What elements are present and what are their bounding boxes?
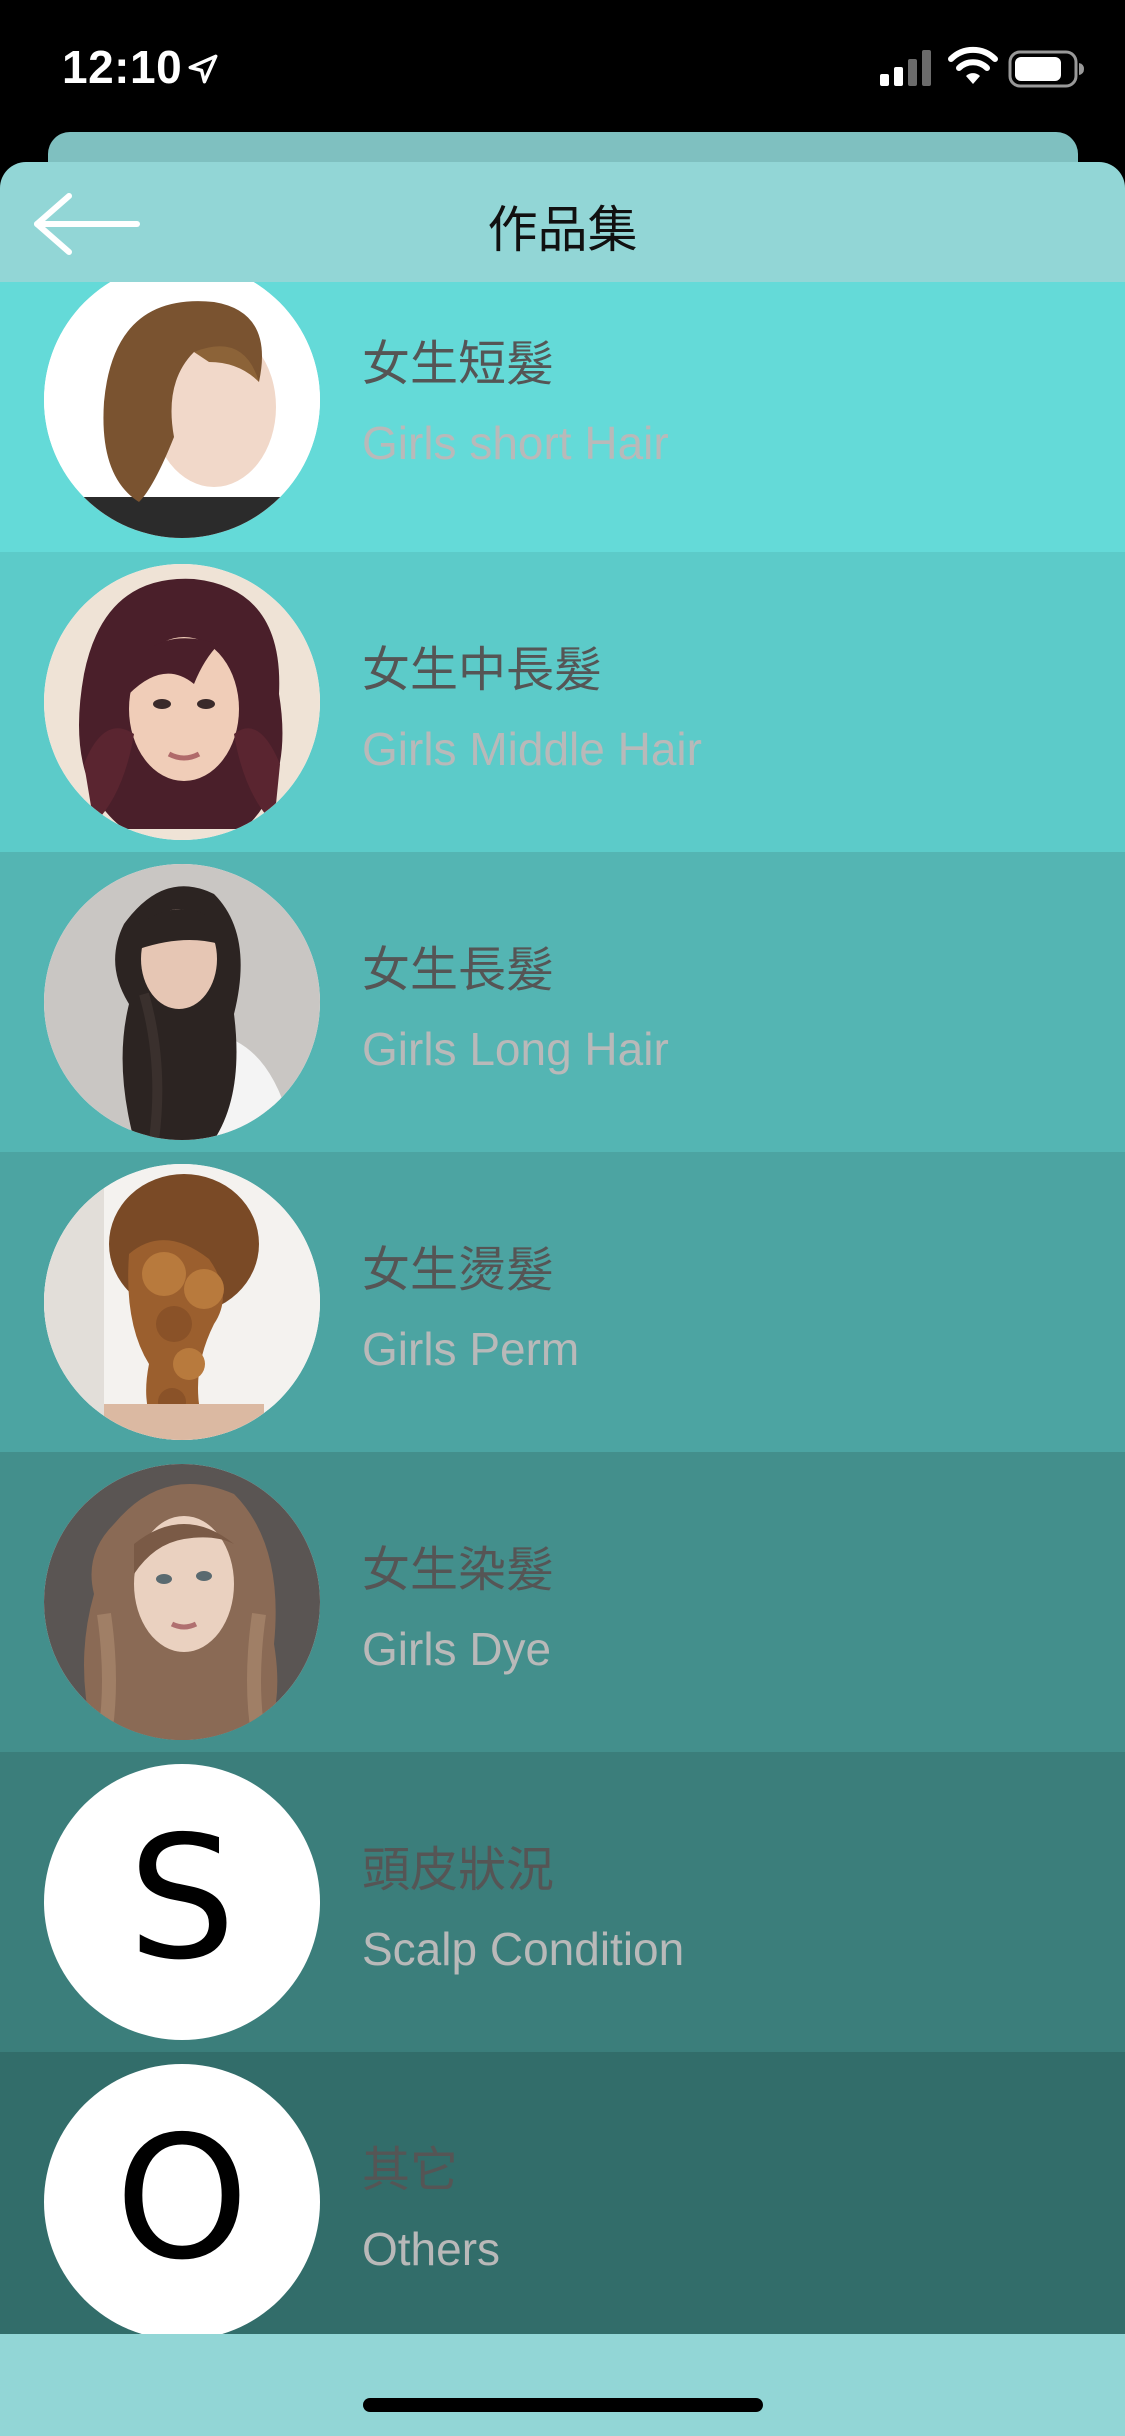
list-item-subtitle: Girls Long Hair	[362, 1023, 669, 1075]
status-time: 12:10	[62, 41, 183, 93]
list-item-girls-dye[interactable]: 女生染髮 Girls Dye	[0, 1452, 1125, 1752]
list-item-title: 女生燙髮	[362, 1242, 555, 1298]
avatar-letter: O	[115, 2100, 249, 2298]
list-item-title: 女生染髮	[362, 1542, 555, 1598]
navigation-bar: 作品集	[0, 162, 1125, 282]
portfolio-sheet: 作品集 女生短髮 Girls short Hair 女生中長髮 Girls Mi…	[0, 162, 1125, 2436]
avatar-dye	[44, 1464, 320, 1740]
avatar-letter: S	[128, 1800, 236, 1998]
list-item-scalp-condition[interactable]: S 頭皮狀況 Scalp Condition	[0, 1752, 1125, 2052]
list-item-subtitle: Girls Perm	[362, 1323, 580, 1375]
list-item-subtitle: Girls Middle Hair	[362, 723, 702, 775]
list-item-title: 頭皮狀況	[362, 1842, 555, 1898]
list-item-title: 女生短髮	[362, 336, 555, 392]
signal-icon	[880, 50, 931, 86]
page-title: 作品集	[487, 201, 638, 259]
status-bar: 12:10	[0, 0, 1125, 132]
list-item-title: 女生長髮	[362, 942, 555, 998]
avatar-long-hair	[44, 864, 320, 1140]
category-list: 女生短髮 Girls short Hair 女生中長髮 Girls Middle…	[0, 282, 1125, 2334]
list-item-girls-short-hair[interactable]: 女生短髮 Girls short Hair	[0, 282, 1125, 552]
list-item-subtitle: Scalp Condition	[362, 1923, 685, 1975]
list-item-title: 女生中長髮	[362, 642, 603, 698]
wifi-icon	[948, 46, 998, 84]
list-item-title: 其它	[362, 2142, 459, 2198]
list-item-subtitle: Girls Dye	[362, 1623, 552, 1675]
home-indicator[interactable]	[363, 2398, 763, 2412]
list-item-girls-perm[interactable]: 女生燙髮 Girls Perm	[0, 1152, 1125, 1452]
avatar-middle-hair	[44, 564, 320, 840]
list-item-girls-long-hair[interactable]: 女生長髮 Girls Long Hair	[0, 852, 1125, 1152]
list-item-subtitle: Others	[362, 2223, 501, 2275]
avatar-perm	[44, 1164, 320, 1440]
location-arrow-icon	[188, 54, 218, 84]
battery-icon	[1008, 50, 1084, 88]
avatar-short-hair	[44, 282, 320, 538]
list-item-subtitle: Girls short Hair	[362, 417, 669, 469]
app-screen: 12:10 作品集 女生短髮 Girls short Hair 女生中長髮 Gi…	[0, 0, 1125, 2436]
avatar-letter-s: S	[44, 1764, 320, 2040]
list-item-girls-middle-hair[interactable]: 女生中長髮 Girls Middle Hair	[0, 552, 1125, 852]
avatar-letter-o: O	[44, 2064, 320, 2334]
list-item-others[interactable]: O 其它 Others	[0, 2052, 1125, 2334]
